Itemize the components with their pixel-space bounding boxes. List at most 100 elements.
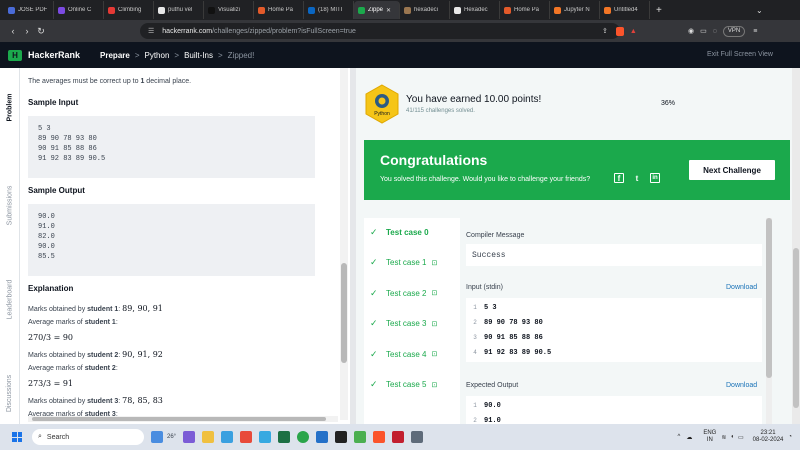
- menu-icon[interactable]: ≡: [753, 28, 757, 35]
- back-icon[interactable]: ‹: [6, 26, 20, 36]
- linkedin-icon[interactable]: in: [650, 173, 660, 183]
- crumb-current: Zipped!: [227, 50, 255, 60]
- challenges-solved: 41/115 challenges solved.: [406, 108, 475, 114]
- new-tab-icon[interactable]: +: [650, 5, 668, 16]
- url-field[interactable]: ☰ hackerrank.com/challenges/zipped/probl…: [140, 23, 620, 39]
- browser-tab[interactable]: Home Pa: [254, 1, 304, 19]
- browser-tab[interactable]: JOSE PDF: [4, 1, 54, 19]
- results-scrollbar[interactable]: [766, 218, 772, 424]
- browser-tab[interactable]: hexadeci: [400, 1, 450, 19]
- code-line: 4 91 92 83 89 90.5: [466, 345, 762, 360]
- volume-icon[interactable]: ◖: [730, 434, 734, 440]
- browser-tab[interactable]: Online C: [54, 1, 104, 19]
- brave-icon[interactable]: [373, 431, 386, 443]
- testcase-item[interactable]: ✓ Test case 5 ⊡: [364, 375, 456, 395]
- testcase-label: Test case 3: [386, 319, 427, 328]
- notification-icon[interactable]: ◔: [788, 434, 792, 440]
- problem-vertical-scrollbar[interactable]: [340, 68, 348, 420]
- teams-icon[interactable]: [183, 431, 196, 443]
- window-controls: ⌄: [756, 0, 773, 20]
- taskview-icon[interactable]: [151, 431, 163, 443]
- excel-icon[interactable]: [278, 431, 291, 443]
- tab-favicon-icon: [8, 6, 15, 14]
- battery-icon[interactable]: ▭: [738, 434, 744, 441]
- browser-tab[interactable]: Hexadec: [450, 1, 500, 19]
- testcase-item[interactable]: ✓ Test case 4 ⊡: [364, 344, 456, 364]
- browser-tab[interactable]: Jupyter N: [550, 1, 600, 19]
- result-pane: Python You have earned 10.00 points! 41/…: [356, 68, 800, 424]
- input-download-link[interactable]: Download: [726, 284, 757, 291]
- mysql-icon[interactable]: [392, 431, 405, 443]
- lock-icon: ⊡: [431, 320, 438, 328]
- testcase-item[interactable]: ✓ Test case 3 ⊡: [364, 314, 456, 334]
- problem-horizontal-scrollbar[interactable]: [28, 416, 338, 422]
- browser-tab[interactable]: Home Pa: [500, 1, 550, 19]
- result-pane-scrollbar[interactable]: [792, 68, 800, 424]
- tab-problem[interactable]: Problem: [0, 93, 20, 121]
- exit-fullscreen-link[interactable]: Exit Full Screen View: [707, 51, 773, 58]
- chevron-down-icon[interactable]: ⌄: [756, 6, 763, 15]
- browser-tab[interactable]: Climbing: [104, 1, 154, 19]
- photos-icon[interactable]: [259, 431, 272, 443]
- next-challenge-button[interactable]: Next Challenge: [689, 160, 775, 180]
- tab-title: Online C: [68, 7, 92, 13]
- browser-tab[interactable]: (18) MITI: [304, 1, 354, 19]
- hackerrank-logo[interactable]: H HackerRank: [8, 49, 80, 61]
- weather-badge[interactable]: 26°: [167, 434, 176, 440]
- whatsapp-icon[interactable]: [297, 431, 310, 443]
- language-indicator[interactable]: ENG IN: [703, 430, 716, 444]
- averages-note: The averages must be correct up to 1 dec…: [28, 78, 192, 85]
- browser-tab[interactable]: puthu vel: [154, 1, 204, 19]
- explanation-title: Explanation: [28, 284, 74, 293]
- vertical-tabs: Problem Submissions Leaderboard Discussi…: [0, 68, 20, 424]
- facebook-icon[interactable]: f: [614, 173, 624, 183]
- crumb-built-ins[interactable]: Built-Ins: [184, 51, 213, 60]
- twitter-icon[interactable]: t: [632, 173, 642, 183]
- testcase-item[interactable]: ✓ Test case 2 ⊡: [364, 283, 456, 303]
- search-placeholder: Search: [46, 433, 70, 441]
- forward-icon[interactable]: ›: [20, 26, 34, 36]
- file-explorer-icon[interactable]: [202, 431, 215, 443]
- problem-statement: The averages must be correct up to 1 dec…: [28, 68, 320, 420]
- tab-discussions[interactable]: Discussions: [0, 375, 20, 412]
- tab-leaderboard[interactable]: Leaderboard: [0, 280, 20, 320]
- reload-icon[interactable]: ↻: [34, 26, 48, 37]
- onedrive-icon[interactable]: ☁: [686, 434, 692, 441]
- windows-start-icon[interactable]: [12, 432, 22, 442]
- site-info-icon[interactable]: ☰: [148, 27, 154, 35]
- browser-tab[interactable]: Visualizi: [204, 1, 254, 19]
- vpn-button[interactable]: VPN: [722, 25, 746, 37]
- expected-download-link[interactable]: Download: [726, 382, 757, 389]
- testcase-item[interactable]: ✓ Test case 0: [364, 222, 456, 242]
- app-icon[interactable]: [411, 431, 424, 443]
- brave-rewards-icon[interactable]: ▲: [630, 28, 637, 35]
- extension-icon[interactable]: ◉: [688, 27, 694, 35]
- profile-icon[interactable]: ◌: [713, 28, 717, 35]
- chevron-up-icon[interactable]: ^: [678, 434, 681, 440]
- taskbar-search[interactable]: ⌕ Search: [32, 429, 144, 445]
- store-icon[interactable]: [240, 431, 253, 443]
- testcase-item[interactable]: ✓ Test case 1 ⊡: [364, 253, 456, 273]
- crumb-python[interactable]: Python: [145, 51, 170, 60]
- browser-tab[interactable]: Zippe ✕: [354, 1, 400, 19]
- vscode-icon[interactable]: [316, 431, 329, 443]
- wifi-icon[interactable]: ≋: [721, 434, 726, 441]
- nodejs-icon[interactable]: [354, 431, 367, 443]
- sidebar-icon[interactable]: ▭: [700, 27, 707, 35]
- code-text: 91.0: [484, 416, 501, 425]
- code-line: 2 91.0: [466, 413, 762, 425]
- logo-mark: H: [8, 49, 22, 61]
- close-tab-icon[interactable]: ✕: [386, 7, 391, 14]
- check-circle-icon: ✓: [370, 379, 378, 389]
- crumb-prepare[interactable]: Prepare: [100, 51, 130, 60]
- student-2-average: Average marks of student 2:: [28, 365, 118, 372]
- tab-submissions[interactable]: Submissions: [0, 186, 20, 226]
- brave-shield-icon[interactable]: [615, 26, 624, 36]
- compiler-message-label: Compiler Message: [466, 232, 525, 239]
- clock[interactable]: 23:21 08-02-2024: [753, 430, 784, 444]
- tab-title: Untitled4: [614, 7, 638, 13]
- browser-tab[interactable]: Untitled4: [600, 1, 650, 19]
- edge-icon[interactable]: [221, 431, 234, 443]
- share-icon[interactable]: ⇪: [602, 27, 608, 35]
- terminal-icon[interactable]: [335, 431, 348, 443]
